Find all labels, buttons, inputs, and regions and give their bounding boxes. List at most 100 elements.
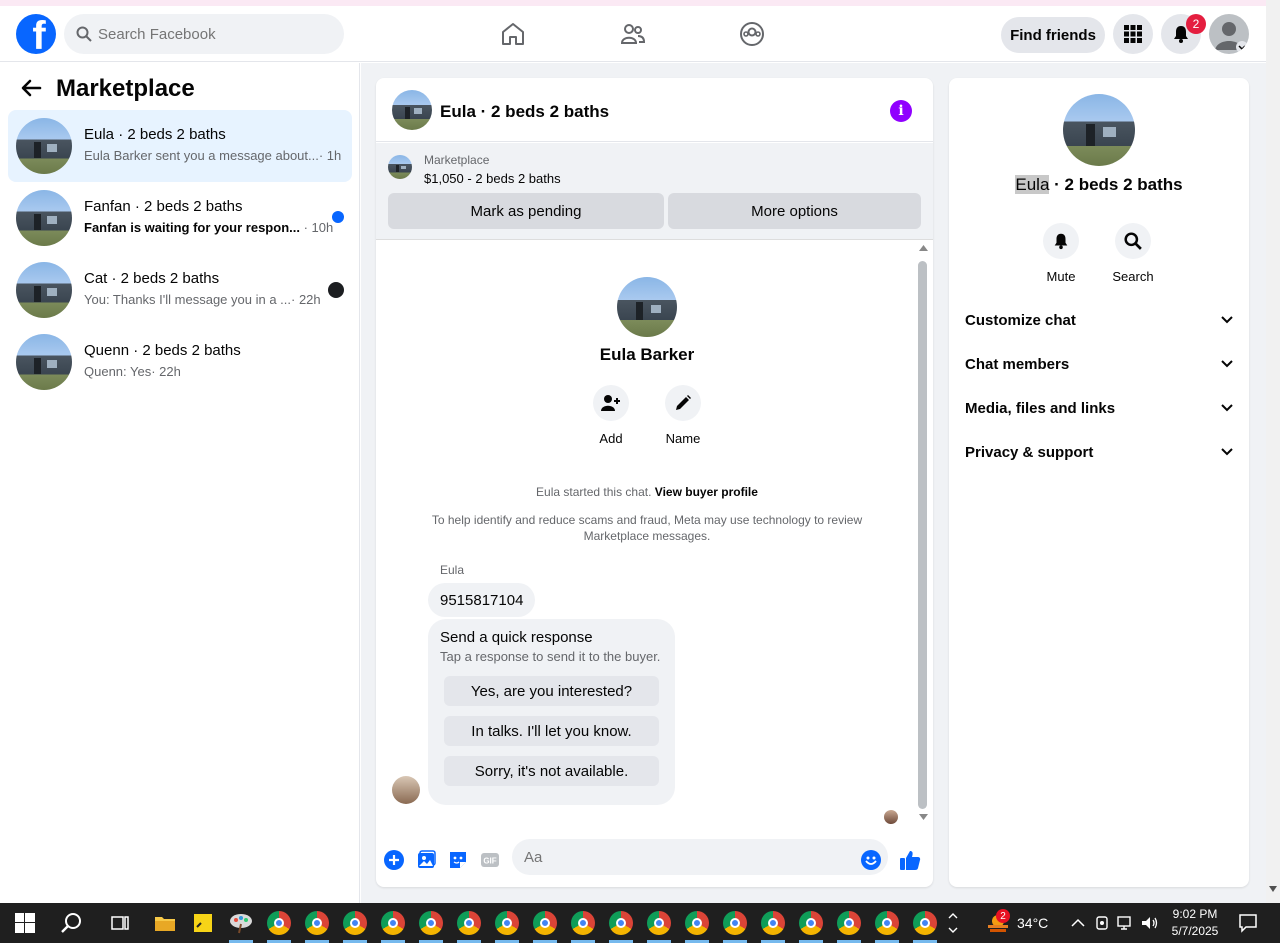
temperature-text[interactable]: 34°C [1017,915,1048,931]
listing-thumbnail [16,118,72,174]
volume-icon[interactable] [1140,911,1160,935]
sender-avatar[interactable] [392,776,420,804]
chrome-profile-15-icon[interactable] [799,911,823,935]
message-bubble[interactable]: 9515817104 [428,583,536,617]
chat-title[interactable]: Eula · 2 beds 2 baths [440,102,609,122]
friends-icon[interactable] [619,20,647,48]
search-bar[interactable] [64,14,344,54]
conversation-name: Fanfan · 2 beds 2 baths [84,198,243,215]
pencil-icon[interactable] [665,385,701,421]
groups-icon[interactable] [738,20,766,48]
conversation-item[interactable]: Fanfan · 2 beds 2 baths Fanfan is waitin… [8,182,352,254]
windows-start-icon[interactable] [13,911,37,935]
conversation-name: Eula · 2 beds 2 baths [84,126,226,143]
top-navbar: f Find friends 2 [0,6,1266,62]
chrome-profile-14-icon[interactable] [761,911,785,935]
search-action[interactable]: Search [1103,223,1163,284]
quick-response-option[interactable]: In talks. I'll let you know. [444,716,659,746]
message-composer: GIF [376,833,933,887]
clock-date[interactable]: 5/7/2025 [1166,924,1224,938]
listing-small-thumbnail [388,155,412,179]
quick-response-option[interactable]: Yes, are you interested? [444,676,659,706]
chrome-profile-1-icon[interactable] [267,911,291,935]
notification-center-icon[interactable] [1236,911,1260,935]
seen-receipt-avatar [884,810,898,824]
network-icon[interactable] [1116,911,1136,935]
mute-action[interactable]: Mute [1031,223,1091,284]
quick-response-option[interactable]: Sorry, it's not available. [444,756,659,786]
chrome-profile-17-icon[interactable] [875,911,899,935]
chrome-profile-11-icon[interactable] [647,911,671,935]
message-input[interactable] [524,848,844,866]
listing-thumbnail[interactable] [392,90,432,130]
search-icon[interactable] [1115,223,1151,259]
customize-chat-section[interactable]: Customize chat [965,308,1233,332]
buyer-avatar[interactable] [617,277,677,337]
page-scrollbar[interactable] [1266,0,1280,903]
name-action[interactable]: Name [653,385,713,446]
chat-header: Eula · 2 beds 2 baths i [376,78,933,142]
chrome-profile-9-icon[interactable] [571,911,595,935]
search-icon [76,26,92,42]
conversation-item[interactable]: Cat · 2 beds 2 baths You: Thanks I'll me… [8,254,352,326]
chrome-profile-18-icon[interactable] [913,911,937,935]
buyer-name: Eula Barker [599,345,695,364]
chat-members-section[interactable]: Chat members [965,352,1233,376]
paint-app-icon[interactable] [229,911,253,935]
conversation-item[interactable]: Eula · 2 beds 2 baths Eula Barker sent y… [8,110,352,182]
mute-label: Mute [1046,269,1076,284]
account-avatar[interactable] [1209,14,1249,54]
gif-icon[interactable]: GIF [478,848,502,872]
sender-name: Eula [440,563,465,577]
chrome-profile-7-icon[interactable] [495,911,519,935]
thumbs-up-icon[interactable] [898,848,922,872]
bell-icon[interactable] [1043,223,1079,259]
view-buyer-profile-link[interactable]: View buyer profile [655,485,758,499]
file-explorer-icon[interactable] [153,911,177,935]
chat-scrollbar[interactable] [918,261,927,809]
taskbar-overflow-chevrons-icon[interactable] [946,911,960,935]
listing-thumbnail [16,334,72,390]
chrome-profile-16-icon[interactable] [837,911,861,935]
conversation-item[interactable]: Quenn · 2 beds 2 baths Quenn: Yes· 22h [8,326,352,398]
photo-icon[interactable] [414,848,438,872]
search-input[interactable] [98,25,318,43]
menu-grid-icon[interactable] [1113,14,1153,54]
facebook-logo-icon[interactable]: f [16,14,56,54]
home-icon[interactable] [499,20,527,48]
scroll-down-arrow-icon[interactable] [919,814,928,820]
add-action[interactable]: Add [581,385,641,446]
back-arrow-icon[interactable] [20,77,42,104]
meet-now-icon[interactable] [1092,911,1112,935]
chrome-profile-10-icon[interactable] [609,911,633,935]
message-input-box[interactable] [512,839,888,875]
mark-as-pending-button[interactable]: Mark as pending [388,193,664,229]
sticker-icon[interactable] [446,848,470,872]
taskbar-search-icon[interactable] [60,911,84,935]
chrome-profile-2-icon[interactable] [305,911,329,935]
more-options-button[interactable]: More options [668,193,921,229]
chrome-profile-12-icon[interactable] [685,911,709,935]
clock-time[interactable]: 9:02 PM [1166,907,1224,921]
scroll-up-arrow-icon[interactable] [919,245,928,251]
chrome-profile-13-icon[interactable] [723,911,747,935]
listing-price[interactable]: $1,050 - 2 beds 2 baths [424,171,561,186]
show-hidden-icons-chevron-icon[interactable] [1068,911,1088,935]
find-friends-button[interactable]: Find friends [1001,17,1105,53]
read-receipt-avatar [328,282,344,298]
title-highlighted-text: Eula [1015,175,1050,194]
chrome-profile-6-icon[interactable] [457,911,481,935]
info-icon[interactable]: i [890,100,912,122]
listing-avatar[interactable] [1063,94,1135,166]
chrome-profile-5-icon[interactable] [419,911,443,935]
chrome-profile-8-icon[interactable] [533,911,557,935]
task-view-icon[interactable] [108,911,132,935]
media-files-links-section[interactable]: Media, files and links [965,396,1233,420]
chrome-profile-3-icon[interactable] [343,911,367,935]
plus-icon[interactable] [382,848,406,872]
emoji-icon[interactable] [859,848,883,872]
chrome-profile-4-icon[interactable] [381,911,405,935]
sticky-notes-icon[interactable] [191,911,215,935]
add-person-icon[interactable] [593,385,629,421]
privacy-support-section[interactable]: Privacy & support [965,440,1233,464]
